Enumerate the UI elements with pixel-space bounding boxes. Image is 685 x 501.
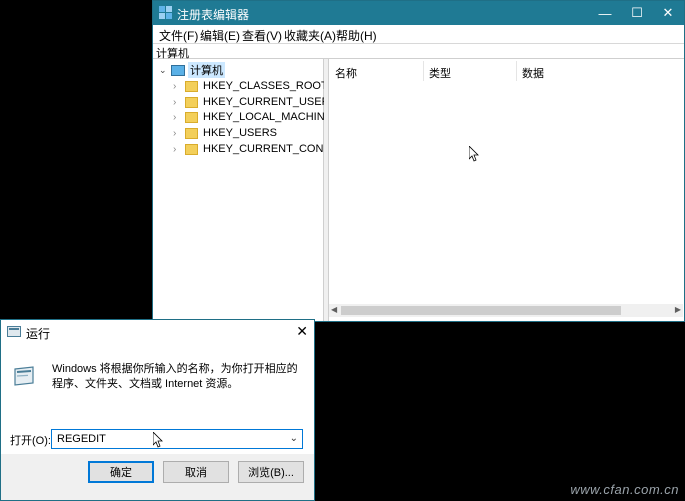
registry-editor-window: 注册表编辑器 — ☐ ✕ 文件(F) 编辑(E) 查看(V) 收藏夹(A) 帮助…	[152, 0, 685, 322]
minimize-button[interactable]: —	[589, 1, 621, 25]
menu-file[interactable]: 文件(F)	[159, 27, 198, 44]
computer-icon	[171, 64, 185, 76]
close-icon: ✕	[662, 5, 674, 20]
column-header-name[interactable]: 名称	[335, 65, 357, 81]
tree-root-computer[interactable]: ⌄ 计算机	[159, 62, 225, 78]
maximize-icon: ☐	[631, 5, 643, 20]
cancel-button-label: 取消	[185, 467, 207, 479]
folder-icon	[185, 96, 198, 108]
horizontal-scrollbar[interactable]: ◀ ▶	[329, 304, 683, 317]
tree-item-label: HKEY_CURRENT_CONFIG	[203, 143, 342, 155]
run-icon	[7, 326, 21, 337]
run-icon	[14, 366, 34, 386]
chevron-down-icon[interactable]: ⌄	[290, 433, 298, 444]
chevron-right-icon[interactable]: ›	[173, 81, 185, 92]
chevron-right-icon[interactable]: ›	[173, 97, 185, 108]
maximize-button[interactable]: ☐	[621, 1, 653, 25]
scroll-right-icon[interactable]: ▶	[675, 305, 681, 314]
open-input-value[interactable]: REGEDIT	[57, 433, 106, 445]
chevron-right-icon[interactable]: ›	[173, 128, 185, 139]
ok-button[interactable]: 确定	[88, 461, 154, 483]
mouse-pointer-icon	[469, 146, 479, 162]
tree-root-label: 计算机	[188, 62, 225, 78]
chevron-down-icon[interactable]: ⌄	[159, 65, 171, 76]
address-bar[interactable]: 计算机	[153, 43, 684, 60]
menu-bar: 文件(F) 编辑(E) 查看(V) 收藏夹(A) 帮助(H)	[153, 25, 684, 43]
minimize-icon: —	[598, 5, 612, 21]
tree-pane: ⌄ 计算机 › HKEY_CLASSES_ROOT › HKEY_CURRENT…	[153, 59, 342, 321]
chevron-right-icon[interactable]: ›	[173, 144, 185, 155]
run-title: 运行	[26, 327, 51, 341]
browse-button[interactable]: 浏览(B)...	[238, 461, 304, 483]
values-pane: 名称 类型 数据 ◀ ▶	[328, 59, 684, 321]
browse-button-label: 浏览(B)...	[248, 467, 294, 479]
folder-icon	[185, 111, 198, 123]
tree-item-label: HKEY_LOCAL_MACHINE	[203, 111, 332, 123]
folder-icon	[185, 143, 198, 155]
column-divider[interactable]	[423, 61, 424, 81]
open-label: 打开(O):	[10, 435, 51, 447]
open-combobox[interactable]: REGEDIT ⌄	[51, 429, 303, 449]
ok-button-label: 确定	[110, 467, 132, 479]
run-body: Windows 将根据你所输入的名称，为你打开相应的程序、文件夹、文档或 Int…	[1, 344, 314, 454]
column-divider[interactable]	[516, 61, 517, 81]
scroll-left-icon[interactable]: ◀	[331, 305, 337, 314]
run-dialog: 运行 ✕ Windows 将根据你所输入的名称，为你打开相应的程序、文件夹、文档…	[0, 319, 315, 501]
run-description: Windows 将根据你所输入的名称，为你打开相应的程序、文件夹、文档或 Int…	[52, 363, 298, 390]
tree-item-hkey-current-user[interactable]: › HKEY_CURRENT_USER	[173, 94, 330, 110]
run-titlebar[interactable]: 运行 ✕	[1, 320, 314, 344]
menu-help[interactable]: 帮助(H)	[336, 27, 377, 44]
menu-edit[interactable]: 编辑(E)	[200, 27, 240, 44]
menu-favorites[interactable]: 收藏夹(A)	[284, 27, 336, 44]
close-icon[interactable]: ✕	[296, 323, 308, 340]
tree-item-hkey-current-config[interactable]: › HKEY_CURRENT_CONFIG	[173, 141, 342, 157]
cancel-button[interactable]: 取消	[163, 461, 229, 483]
tree-item-hkey-local-machine[interactable]: › HKEY_LOCAL_MACHINE	[173, 109, 332, 125]
column-header-type[interactable]: 类型	[429, 65, 451, 81]
chevron-right-icon[interactable]: ›	[173, 112, 185, 123]
tree-item-label: HKEY_CURRENT_USER	[203, 96, 330, 108]
tree-item-hkey-users[interactable]: › HKEY_USERS	[173, 125, 277, 141]
tree-item-label: HKEY_CLASSES_ROOT	[203, 80, 328, 92]
regedit-title: 注册表编辑器	[177, 8, 250, 22]
scrollbar-thumb[interactable]	[341, 306, 621, 315]
close-button[interactable]: ✕	[652, 1, 684, 25]
tree-item-hkey-classes-root[interactable]: › HKEY_CLASSES_ROOT	[173, 78, 328, 94]
watermark: www.cfan.com.cn	[570, 482, 679, 497]
tree-item-label: HKEY_USERS	[203, 127, 277, 139]
folder-icon	[185, 127, 198, 139]
regedit-titlebar[interactable]: 注册表编辑器 — ☐ ✕	[153, 1, 684, 25]
column-header-data[interactable]: 数据	[522, 65, 544, 81]
mouse-pointer-icon	[153, 432, 163, 448]
menu-view[interactable]: 查看(V)	[242, 27, 282, 44]
regedit-icon	[159, 6, 172, 19]
folder-icon	[185, 80, 198, 92]
